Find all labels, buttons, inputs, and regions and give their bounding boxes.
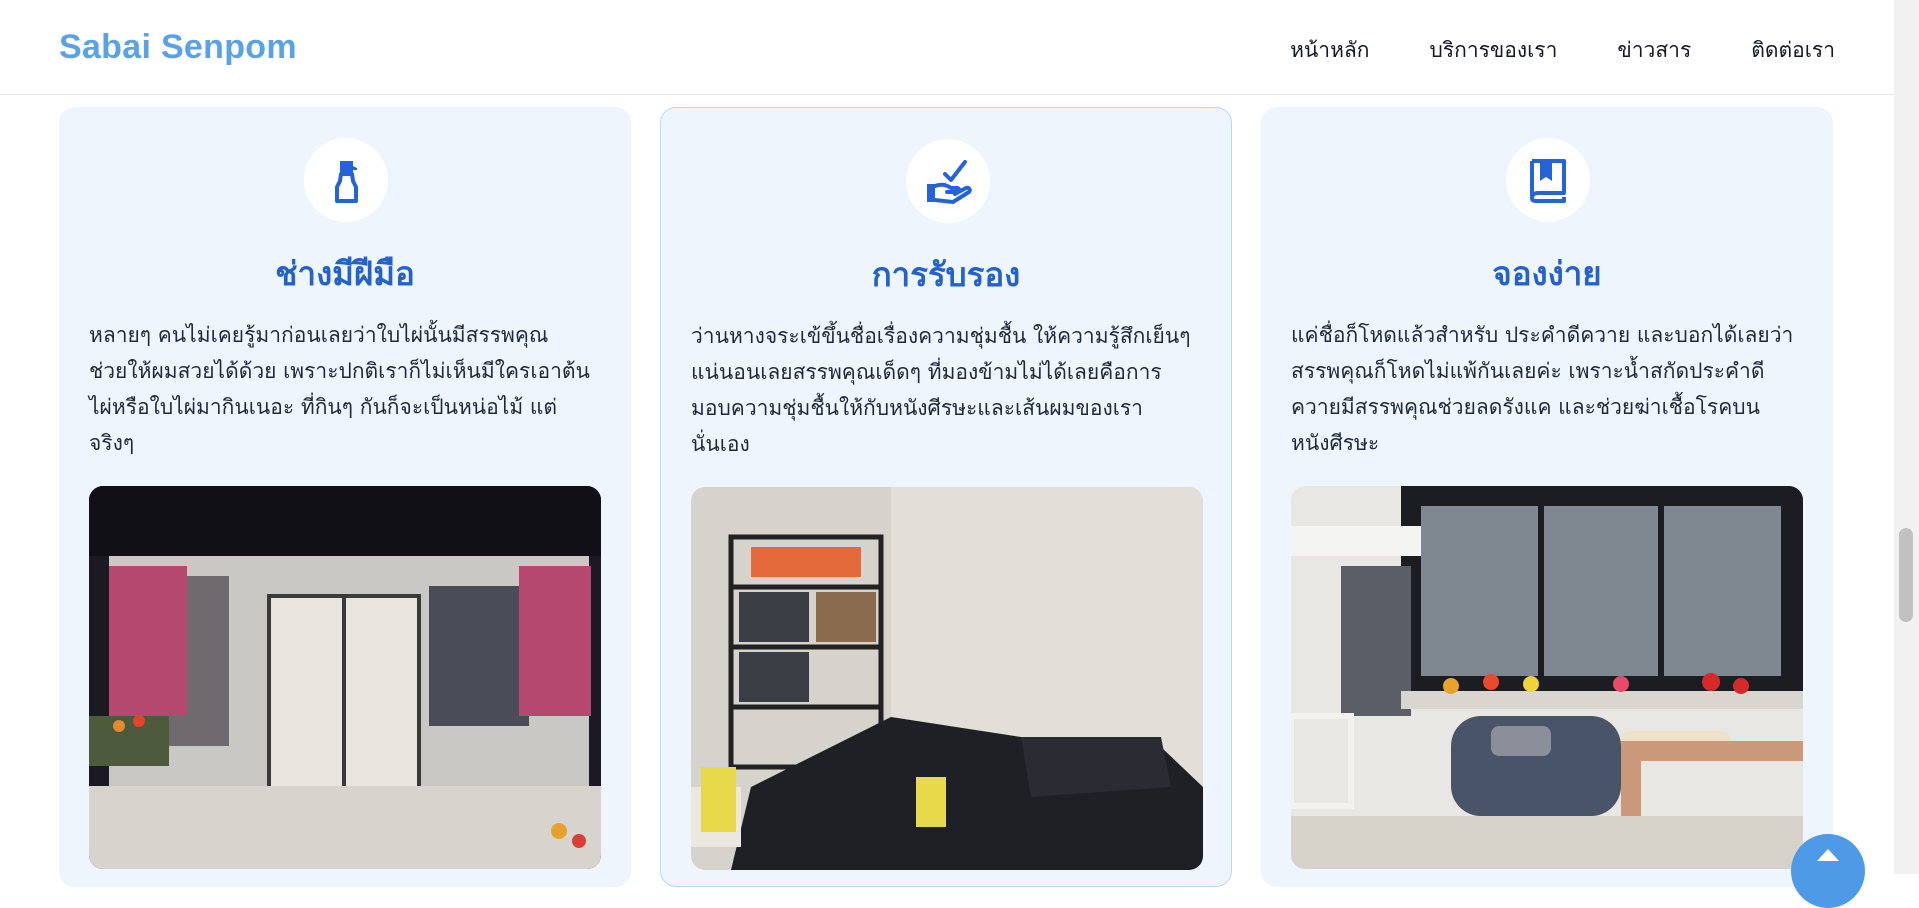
feature-card-certified: การรับรอง ว่านหางจระเข้ขึ้นชื่อเรื่องควา… xyxy=(660,107,1232,887)
page-scrollbar[interactable] xyxy=(1894,0,1919,874)
card-title: การรับรอง xyxy=(871,255,1021,294)
waiting-lounge-photo xyxy=(1291,486,1803,869)
nav-contact[interactable]: ติดต่อเรา xyxy=(1751,34,1835,67)
card-title: จองง่าย xyxy=(1492,254,1602,293)
hand-check-icon xyxy=(906,139,990,223)
nav-services[interactable]: บริการของเรา xyxy=(1430,34,1558,67)
card-description: ว่านหางจระเข้ขึ้นชื่อเรื่องความชุ่มชื้น … xyxy=(691,324,1191,456)
hair-wash-beds-photo xyxy=(691,487,1203,870)
feature-card-skilled: ช่างมีฝีมือ หลายๆ คนไม่เคยรู้มาก่อนเลยว่… xyxy=(59,107,631,887)
spray-bottle-icon xyxy=(304,138,388,222)
main-nav: หน้าหลัก บริการของเรา ข่าวสาร ติดต่อเรา xyxy=(1290,34,1835,67)
card-description: แค่ชื่อก็โหดแล้วสำหรับ ประคำดีควาย และบอ… xyxy=(1291,323,1794,455)
feature-card-easy-booking: จองง่าย แค่ชื่อก็โหดแล้วสำหรับ ประคำดีคว… xyxy=(1261,107,1833,887)
card-title: ช่างมีฝีมือ xyxy=(275,254,415,293)
scrollbar-thumb[interactable] xyxy=(1899,528,1913,622)
arrow-up-icon xyxy=(1817,849,1839,861)
back-to-top-button[interactable] xyxy=(1791,834,1865,908)
book-icon xyxy=(1506,138,1590,222)
nav-home[interactable]: หน้าหลัก xyxy=(1290,34,1369,67)
nav-news[interactable]: ข่าวสาร xyxy=(1617,34,1691,67)
card-description: หลายๆ คนไม่เคยรู้มาก่อนเลยว่าใบไผ่นั้นมี… xyxy=(89,323,590,455)
brand-logo[interactable]: Sabai Senpom xyxy=(59,28,297,67)
site-header: Sabai Senpom หน้าหลัก บริการของเรา ข่าวส… xyxy=(0,0,1894,95)
salon-storefront-photo xyxy=(89,486,601,869)
